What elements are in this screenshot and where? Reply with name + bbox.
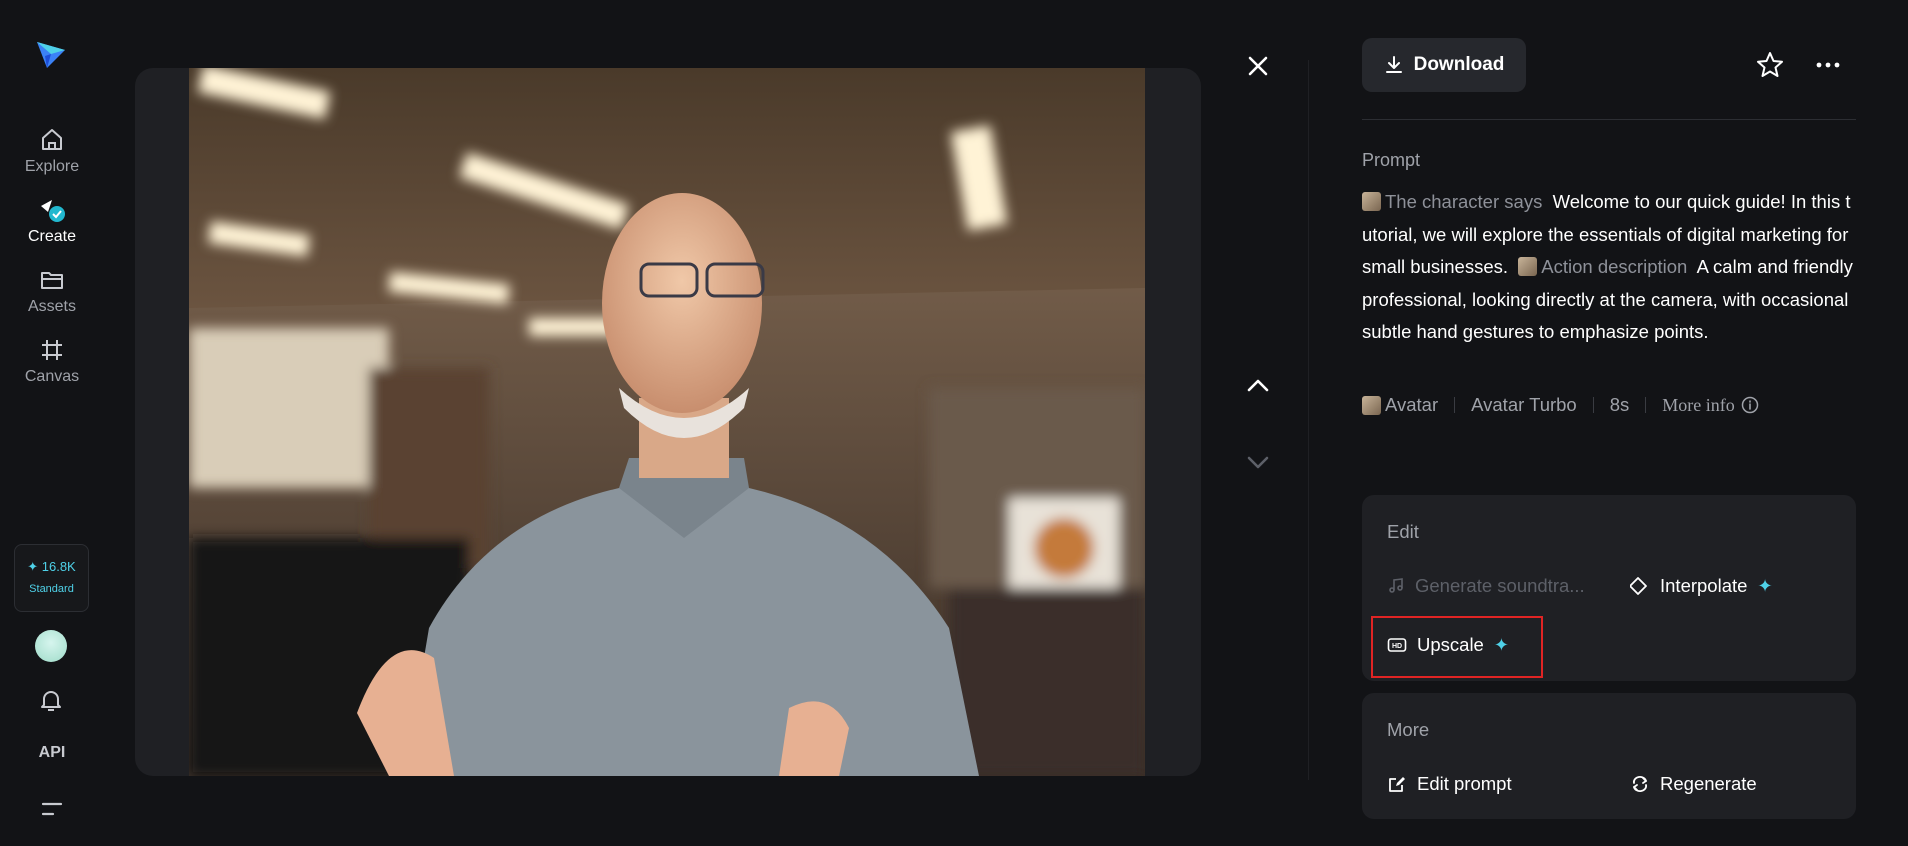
model-mode: Avatar Turbo [1471, 394, 1577, 415]
sparkle-icon: ✦ [1757, 575, 1773, 596]
interpolate-label: Interpolate [1660, 575, 1748, 596]
home-icon [42, 129, 62, 150]
regenerate-icon [1633, 776, 1647, 792]
edit-prompt-button[interactable]: Edit prompt [1387, 773, 1512, 795]
avatar-thumbnail-icon [1362, 395, 1381, 415]
credits-badge[interactable]: ✦ 16.8K Standard [14, 544, 89, 612]
sidebar-item-label: Create [27, 228, 77, 245]
interpolate-button[interactable]: Interpolate ✦ [1630, 575, 1773, 597]
prompt-title: Prompt [1362, 150, 1421, 170]
info-icon [1741, 396, 1759, 414]
prompt-text: The character says Welcome to our quick … [1362, 186, 1858, 349]
sidebar-item-label: Canvas [24, 368, 80, 385]
sidebar-item-label: Assets [27, 298, 76, 315]
music-note-icon [1389, 578, 1403, 593]
api-link[interactable]: API [0, 744, 104, 762]
action-description-chip: Action description [1518, 256, 1687, 277]
sidebar-item-label: Explore [24, 158, 80, 175]
sidebar-item-canvas[interactable]: Canvas [0, 336, 104, 386]
more-options-icon[interactable] [1812, 49, 1844, 81]
chevron-up-icon[interactable] [1240, 368, 1276, 404]
sidebar-item-assets[interactable]: Assets [0, 266, 104, 316]
create-icon [41, 200, 65, 222]
upscale-highlight [1371, 616, 1543, 678]
header-divider [1362, 119, 1856, 120]
more-info-label: More info [1662, 394, 1735, 415]
chevron-down-icon[interactable] [1240, 444, 1276, 480]
download-label: Download [1413, 54, 1505, 75]
duration: 8s [1609, 394, 1630, 415]
menu-icon[interactable] [39, 798, 65, 820]
sidebar-item-create[interactable]: Create [0, 196, 104, 246]
more-card: More Edit prompt Regenerate [1362, 693, 1856, 819]
interpolate-icon [1630, 577, 1647, 595]
more-info-link[interactable]: More info [1662, 394, 1759, 416]
plan-label: Standard [29, 583, 74, 595]
paper-plane-logo[interactable] [33, 36, 69, 72]
model-name: Avatar [1385, 394, 1439, 415]
edit-icon [1389, 777, 1405, 792]
download-icon [1385, 56, 1402, 73]
credits-amount: ✦ 16.8K [27, 559, 76, 574]
chip-label: The character says [1385, 191, 1543, 212]
left-sidebar: Explore Create Assets Canvas ✦ 16.8K Sta… [0, 0, 104, 846]
more-title: More [1387, 719, 1430, 740]
download-button[interactable]: Download [1362, 38, 1526, 92]
star-icon[interactable] [1754, 49, 1786, 81]
regenerate-label: Regenerate [1660, 773, 1757, 794]
bell-icon[interactable] [37, 686, 65, 714]
edit-title: Edit [1387, 521, 1419, 542]
character-says-chip: The character says [1362, 191, 1542, 212]
meta-separator [1454, 397, 1456, 413]
close-icon[interactable] [1240, 48, 1276, 84]
generate-soundtrack-button[interactable]: Generate soundtra... [1387, 575, 1585, 597]
generation-meta: Avatar Avatar Turbo 8s More info [1362, 394, 1759, 416]
regenerate-button[interactable]: Regenerate [1630, 773, 1757, 795]
canvas-icon [42, 340, 62, 360]
generate-soundtrack-label: Generate soundtra... [1415, 575, 1585, 596]
app-window: Explore Create Assets Canvas ✦ 16.8K Sta… [0, 0, 1908, 846]
generated-video-frame[interactable] [189, 68, 1145, 776]
folder-icon [41, 272, 63, 289]
meta-separator [1645, 397, 1647, 413]
avatar-thumbnail-icon [1362, 192, 1381, 211]
edit-prompt-label: Edit prompt [1417, 773, 1512, 794]
meta-separator [1592, 397, 1594, 413]
avatar-thumbnail-icon [1518, 257, 1538, 276]
sidebar-item-explore[interactable]: Explore [0, 126, 104, 176]
panel-divider [1308, 60, 1309, 780]
media-viewer [135, 68, 1201, 776]
chip-label: Action description [1541, 256, 1688, 277]
avatar[interactable] [35, 630, 67, 662]
